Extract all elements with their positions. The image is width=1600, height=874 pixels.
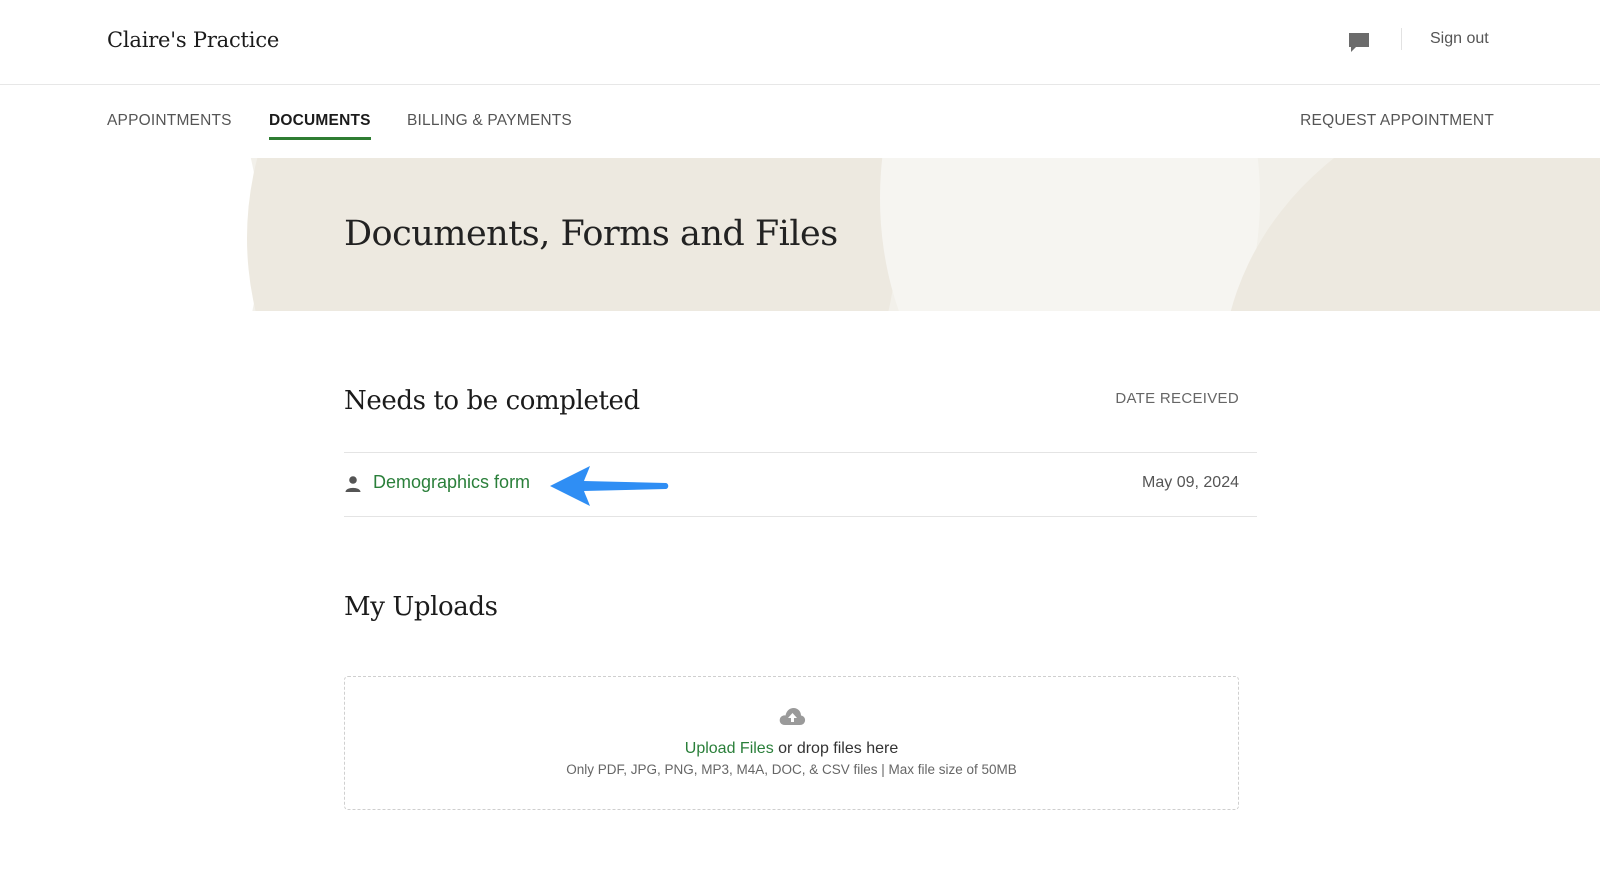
cloud-upload-icon	[779, 708, 806, 725]
request-appointment-link[interactable]: REQUEST APPOINTMENT	[1300, 112, 1494, 130]
my-uploads-heading: My Uploads	[344, 592, 498, 622]
tab-documents[interactable]: DOCUMENTS	[269, 112, 371, 130]
page-title: Documents, Forms and Files	[344, 214, 838, 254]
annotation-arrow-icon	[550, 466, 669, 506]
person-icon	[345, 476, 361, 492]
drop-files-text: or drop files here	[773, 740, 899, 757]
sign-out-link[interactable]: Sign out	[1430, 30, 1489, 48]
document-link[interactable]: Demographics form	[373, 472, 530, 493]
main-nav: APPOINTMENTS DOCUMENTS BILLING & PAYMENT…	[0, 85, 1600, 158]
date-received-column-header: DATE RECEIVED	[1115, 390, 1239, 407]
list-divider	[344, 516, 1257, 517]
hero-decor-shape	[1222, 158, 1600, 311]
needs-completed-heading: Needs to be completed	[344, 386, 640, 416]
file-drop-zone[interactable]: Upload Files or drop files here Only PDF…	[344, 676, 1239, 810]
date-received: May 09, 2024	[1142, 474, 1239, 491]
tab-appointments[interactable]: APPOINTMENTS	[107, 112, 232, 130]
practice-name[interactable]: Claire's Practice	[107, 28, 279, 52]
upload-files-link[interactable]: Upload Files	[685, 740, 774, 757]
upload-instructions: Upload Files or drop files here	[345, 740, 1238, 758]
messages-button[interactable]	[1345, 28, 1373, 56]
tab-billing-payments[interactable]: BILLING & PAYMENTS	[407, 112, 572, 130]
chat-bubble-icon	[1349, 33, 1369, 52]
top-header: Claire's Practice Sign out	[0, 0, 1600, 85]
hero-decor-shape	[880, 158, 1260, 311]
page-hero-banner: Documents, Forms and Files	[0, 158, 1600, 311]
list-item[interactable]: Demographics form May 09, 2024	[344, 453, 1257, 516]
active-tab-indicator	[269, 137, 371, 140]
header-divider	[1401, 28, 1402, 50]
upload-file-requirements: Only PDF, JPG, PNG, MP3, M4A, DOC, & CSV…	[566, 762, 1017, 777]
hero-decor-shape	[0, 158, 260, 311]
